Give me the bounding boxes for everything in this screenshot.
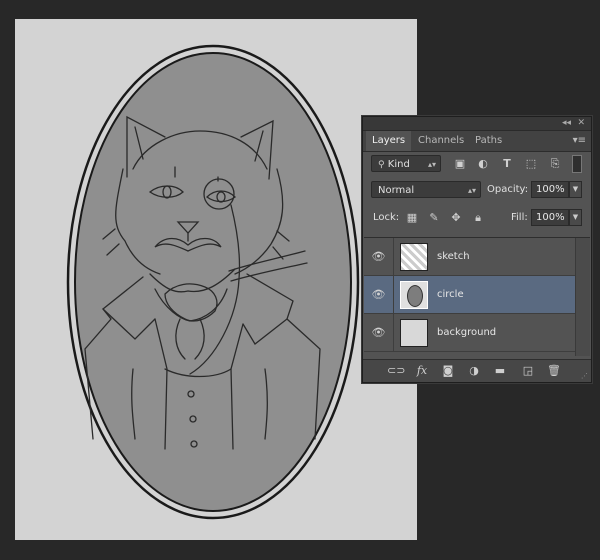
layer-row-circle[interactable]: 👁︎ circle <box>364 276 576 314</box>
tab-layers[interactable]: Layers <box>366 131 412 151</box>
panel-menu-icon[interactable]: ▾≡ <box>573 135 586 147</box>
smart-object-filter-icon[interactable]: ⎘ <box>548 157 562 171</box>
layer-name[interactable]: sketch <box>437 238 470 275</box>
cat-portrait-artwork <box>66 44 360 520</box>
lock-transparent-icon[interactable]: ▦ <box>405 211 419 225</box>
close-icon[interactable]: ✕ <box>577 117 585 130</box>
lock-image-icon[interactable]: ✎ <box>427 211 441 225</box>
visibility-eye-icon[interactable]: 👁︎ <box>364 276 394 314</box>
blend-mode-value: Normal <box>378 185 415 196</box>
filter-toggle-icon[interactable] <box>572 155 582 173</box>
fill-input[interactable]: 100% <box>531 209 569 226</box>
adjustment-filter-icon[interactable]: ◐ <box>476 157 490 171</box>
opacity-slider-arrow-icon[interactable]: ▼ <box>569 181 582 198</box>
kind-label: Kind <box>387 159 410 170</box>
tab-paths[interactable]: Paths <box>469 131 508 151</box>
dropdown-arrow-icon: ▴▾ <box>427 160 436 169</box>
blend-mode-dropdown[interactable]: Normal ▴▾ <box>371 181 481 198</box>
visibility-eye-icon[interactable]: 👁︎ <box>364 314 394 352</box>
layer-row-background[interactable]: 👁︎ background <box>364 314 576 352</box>
lock-position-icon[interactable]: ✥ <box>449 211 463 225</box>
layer-thumbnail <box>400 243 428 271</box>
resize-grip-icon[interactable]: ⋰ <box>581 372 588 380</box>
layer-row-sketch[interactable]: 👁︎ sketch <box>364 238 576 276</box>
opacity-input[interactable]: 100% <box>531 181 569 198</box>
blend-row: Normal ▴▾ Opacity: 100% ▼ <box>363 181 591 199</box>
panel-title-bar[interactable]: ◂◂ ✕ <box>363 117 591 131</box>
lock-label: Lock: <box>373 212 400 223</box>
panel-tabs: Layers Channels Paths ▾≡ <box>363 131 591 152</box>
lock-row: Lock: ▦ ✎ ✥ 🔒︎ Fill: 100% ▼ <box>363 209 591 227</box>
panel-footer: ⊂⊃ fx ◙ ◑ ▬ ◲ 🗑︎ ⋰ <box>363 359 591 382</box>
fill-slider-arrow-icon[interactable]: ▼ <box>569 209 582 226</box>
lock-all-icon[interactable]: 🔒︎ <box>471 211 485 225</box>
fill-label: Fill: <box>511 212 528 223</box>
type-filter-icon[interactable]: T <box>500 157 514 171</box>
fx-icon[interactable]: fx <box>413 363 431 379</box>
link-icon[interactable]: ⊂⊃ <box>387 363 405 379</box>
layer-name[interactable]: background <box>437 314 496 351</box>
kind-filter-dropdown[interactable]: ⚲ Kind ▴▾ <box>371 155 441 172</box>
layer-thumbnail <box>400 319 428 347</box>
layer-name[interactable]: circle <box>437 276 464 313</box>
document-canvas[interactable] <box>15 19 417 540</box>
layers-list: 👁︎ sketch 👁︎ circle 👁︎ background <box>364 237 590 356</box>
trash-icon[interactable]: 🗑︎ <box>545 363 563 379</box>
image-filter-icon[interactable]: ▣ <box>453 157 467 171</box>
search-icon: ⚲ <box>378 160 385 170</box>
adjustment-icon[interactable]: ◑ <box>465 363 483 379</box>
filter-row: ⚲ Kind ▴▾ ▣ ◐ T ⬚ ⎘ <box>363 155 591 173</box>
visibility-eye-icon[interactable]: 👁︎ <box>364 238 394 276</box>
folder-icon[interactable]: ▬ <box>491 363 509 379</box>
opacity-label: Opacity: <box>487 184 529 195</box>
new-layer-icon[interactable]: ◲ <box>519 363 537 379</box>
dropdown-arrow-icon: ▴▾ <box>467 186 476 195</box>
mask-icon[interactable]: ◙ <box>439 363 457 379</box>
tab-channels[interactable]: Channels <box>412 131 470 151</box>
layer-thumbnail <box>400 281 428 309</box>
double-chevron-icon[interactable]: ◂◂ <box>562 117 571 130</box>
shape-filter-icon[interactable]: ⬚ <box>524 157 538 171</box>
layers-panel: ◂◂ ✕ Layers Channels Paths ▾≡ ⚲ Kind ▴▾ … <box>362 116 592 383</box>
layers-scrollbar[interactable] <box>575 238 590 356</box>
